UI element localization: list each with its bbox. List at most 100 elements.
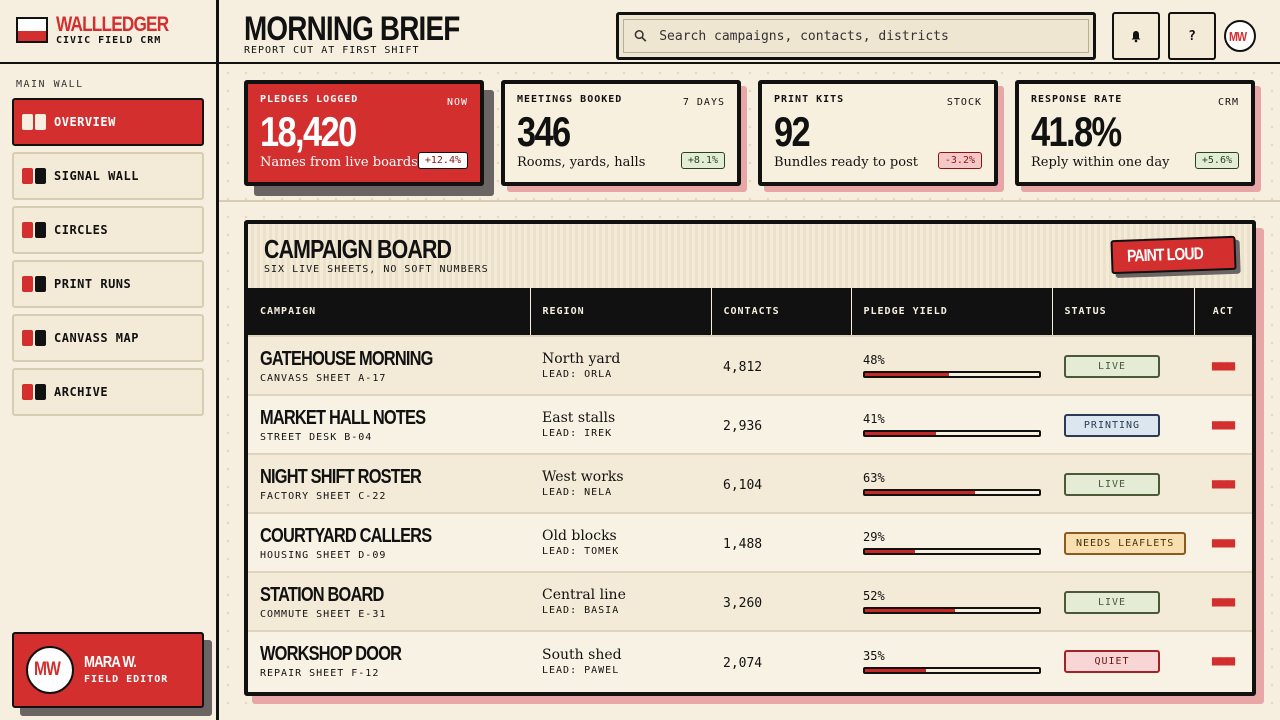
cell-campaign: WORKSHOP DOOR REPAIR SHEET F-12 bbox=[248, 630, 530, 690]
campaign-sheet: COMMUTE SHEET E-31 bbox=[260, 608, 387, 620]
stat-value: 92 bbox=[774, 108, 811, 155]
profile-role: FIELD EDITOR bbox=[84, 674, 169, 685]
search-input[interactable] bbox=[659, 28, 1088, 44]
sidebar-item-label: SIGNAL WALL bbox=[54, 169, 139, 183]
cell-region: North yard LEAD: ORLA bbox=[530, 335, 711, 395]
table-row[interactable]: STATION BOARD COMMUTE SHEET E-31 Central l… bbox=[248, 571, 1252, 631]
board-subtitle: SIX LIVE SHEETS, NO SOFT NUMBERS bbox=[264, 264, 489, 275]
column-header-act: ACT bbox=[1194, 288, 1252, 336]
stat-card-meetings[interactable]: MEETINGS BOOKED 7 DAYS 346 Rooms, yards,… bbox=[501, 80, 741, 186]
table-row[interactable]: GATEHOUSE MORNING CANVASS SHEET A-17 North… bbox=[248, 335, 1252, 395]
sidebar-item-circles[interactable]: CIRCLES bbox=[12, 206, 204, 254]
sidebar-item-canvass-map[interactable]: CANVASS MAP bbox=[12, 314, 204, 362]
stat-card-response-rate[interactable]: RESPONSE RATE CRM 41.8% Reply within one… bbox=[1015, 80, 1255, 186]
stat-delta-badge: +5.6% bbox=[1194, 152, 1239, 169]
stat-caption: Rooms, yards, halls bbox=[517, 155, 646, 170]
stat-card-print-kits[interactable]: PRINT KITS STOCK 92 Bundles ready to pos… bbox=[758, 80, 998, 186]
stat-period: NOW bbox=[446, 97, 468, 108]
stat-delta-badge: +12.4% bbox=[417, 152, 468, 169]
row-actions-button[interactable]: ■■■ bbox=[1194, 394, 1252, 454]
cell-campaign: MARKET HALL NOTES STREET DESK B-04 bbox=[248, 394, 530, 454]
cell-contacts: 1,488 bbox=[711, 512, 851, 572]
cell-region: East stalls LEAD: IREK bbox=[530, 394, 711, 454]
table-header-row: CAMPAIGN REGION CONTACTS PLEDGE YIELD ST… bbox=[248, 288, 1252, 336]
table-row[interactable]: MARKET HALL NOTES STREET DESK B-04 East st… bbox=[248, 394, 1252, 454]
cell-pledge-yield: 48% bbox=[851, 335, 1052, 395]
campaign-name[interactable]: COURTYARD CALLERS bbox=[260, 525, 432, 548]
sidebar: WALLLEDGER CIVIC FIELD CRM MAIN WALL OVE… bbox=[0, 0, 216, 720]
region-lead: LEAD: BASIA bbox=[542, 605, 620, 616]
stat-delta-badge: -3.2% bbox=[937, 152, 982, 169]
avatar-initials: MW bbox=[1229, 28, 1247, 44]
stat-caption: Names from live boards bbox=[260, 155, 418, 170]
row-actions-button[interactable]: ■■■ bbox=[1194, 630, 1252, 690]
profile-card[interactable]: MW MARA W. FIELD EDITOR bbox=[12, 632, 204, 708]
table-row[interactable]: COURTYARD CALLERS HOUSING SHEET D-09 Old b… bbox=[248, 512, 1252, 572]
region-lead: LEAD: IREK bbox=[542, 428, 613, 439]
cell-status: PRINTING bbox=[1052, 394, 1194, 454]
yield-progress-bar bbox=[863, 607, 1041, 614]
campaign-name[interactable]: NIGHT SHIFT ROSTER bbox=[260, 466, 422, 489]
cell-campaign: NIGHT SHIFT ROSTER FACTORY SHEET C-22 bbox=[248, 453, 530, 513]
cell-region: South shed LEAD: PAWEL bbox=[530, 630, 711, 690]
contacts-count: 2,074 bbox=[723, 655, 763, 671]
sidebar-item-signal-wall[interactable]: SIGNAL WALL bbox=[12, 152, 204, 200]
sidebar-item-archive[interactable]: ARCHIVE bbox=[12, 368, 204, 416]
stat-card-pledges[interactable]: PLEDGES LOGGED NOW 18,420 Names from liv… bbox=[244, 80, 484, 186]
avatar-initials: MW bbox=[34, 659, 61, 680]
help-button[interactable]: ? bbox=[1168, 12, 1216, 60]
region-lead: LEAD: PAWEL bbox=[542, 664, 620, 676]
yield-progress-bar bbox=[863, 548, 1041, 555]
paint-loud-button[interactable]: PAINT LOUD bbox=[1110, 235, 1237, 275]
status-badge: LIVE bbox=[1064, 472, 1160, 496]
status-badge: LIVE bbox=[1064, 354, 1160, 378]
yield-progress-fill bbox=[865, 491, 975, 494]
campaign-sheet: STREET DESK B-04 bbox=[260, 431, 373, 443]
row-actions-button[interactable]: ■■■ bbox=[1194, 512, 1252, 572]
sidebar-item-print-runs[interactable]: PRINT RUNS bbox=[12, 260, 204, 308]
user-avatar-button[interactable]: MW bbox=[1224, 20, 1256, 52]
nav-section-label: MAIN WALL bbox=[16, 79, 84, 90]
sidebar-item-label: CANVASS MAP bbox=[54, 331, 139, 345]
status-badge: NEEDS LEAFLETS bbox=[1064, 531, 1187, 555]
row-actions-button[interactable]: ■■■ bbox=[1194, 335, 1252, 395]
contacts-count: 4,812 bbox=[723, 360, 763, 375]
row-actions-button[interactable]: ■■■ bbox=[1194, 571, 1252, 631]
yield-progress-bar bbox=[863, 489, 1041, 496]
campaign-name[interactable]: STATION BOARD bbox=[260, 584, 384, 607]
column-header-pledge-yield[interactable]: PLEDGE YIELD bbox=[851, 288, 1053, 336]
cell-contacts: 2,074 bbox=[711, 630, 851, 690]
search-box[interactable] bbox=[616, 12, 1096, 60]
table-row[interactable]: WORKSHOP DOOR REPAIR SHEET F-12 South shed… bbox=[248, 630, 1252, 690]
region-lead: LEAD: ORLA bbox=[542, 369, 613, 380]
column-header-campaign[interactable]: CAMPAIGN bbox=[248, 288, 531, 336]
cell-pledge-yield: 29% bbox=[851, 512, 1052, 572]
region-name: East stalls bbox=[542, 410, 616, 426]
cell-status: LIVE bbox=[1052, 571, 1194, 631]
brand-logo-icon bbox=[16, 17, 48, 43]
brand-name: WALLLEDGER bbox=[56, 13, 169, 36]
sidebar-divider bbox=[216, 0, 219, 720]
region-name: West works bbox=[542, 469, 624, 485]
table-row[interactable]: NIGHT SHIFT ROSTER FACTORY SHEET C-22 West… bbox=[248, 453, 1252, 513]
campaign-name[interactable]: WORKSHOP DOOR bbox=[260, 643, 402, 666]
column-header-status[interactable]: STATUS bbox=[1052, 288, 1195, 336]
row-actions-button[interactable]: ■■■ bbox=[1194, 453, 1252, 513]
help-icon: ? bbox=[1188, 28, 1196, 44]
campaign-name[interactable]: GATEHOUSE MORNING bbox=[260, 348, 433, 371]
sidebar-nav: OVERVIEW SIGNAL WALL CIRCLES PRINT RUNS … bbox=[12, 98, 204, 422]
campaign-sheet: REPAIR SHEET F-12 bbox=[260, 668, 380, 679]
cell-pledge-yield: 35% bbox=[851, 630, 1052, 690]
campaign-board: CAMPAIGN BOARD SIX LIVE SHEETS, NO SOFT … bbox=[244, 220, 1256, 696]
cell-pledge-yield: 52% bbox=[851, 571, 1052, 631]
column-header-contacts[interactable]: CONTACTS bbox=[711, 288, 852, 336]
sidebar-item-label: OVERVIEW bbox=[54, 115, 116, 129]
cell-contacts: 4,812 bbox=[711, 335, 851, 395]
sidebar-item-overview[interactable]: OVERVIEW bbox=[12, 98, 204, 146]
region-lead: LEAD: NELA bbox=[542, 487, 613, 498]
stat-period: STOCK bbox=[946, 97, 982, 108]
campaign-name[interactable]: MARKET HALL NOTES bbox=[260, 407, 426, 430]
cell-pledge-yield: 63% bbox=[851, 453, 1052, 513]
notifications-button[interactable] bbox=[1112, 12, 1160, 60]
column-header-region[interactable]: REGION bbox=[530, 288, 712, 336]
